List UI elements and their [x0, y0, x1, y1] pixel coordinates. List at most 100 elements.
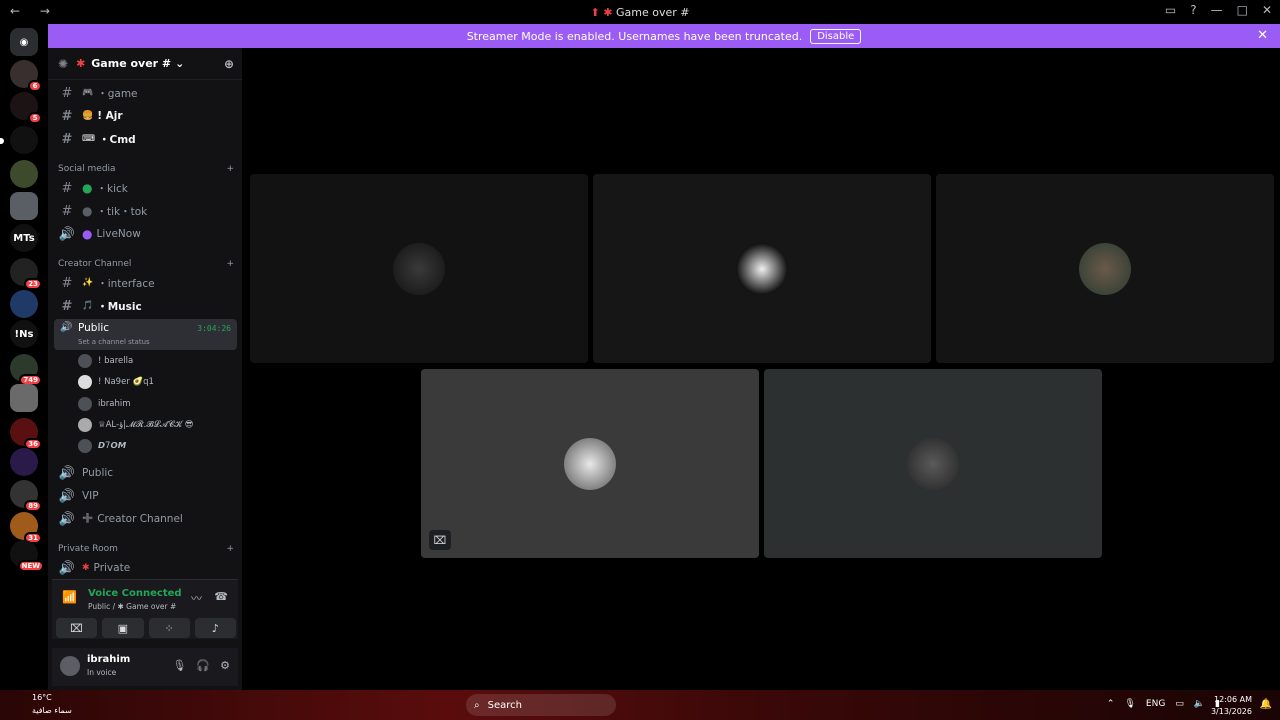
category-creator[interactable]: Creator Channel +	[58, 259, 234, 269]
maximize-icon[interactable]: □	[1237, 3, 1248, 17]
hash-icon: #	[61, 131, 73, 147]
voice-user[interactable]: ibrahim	[78, 395, 131, 413]
search-icon: ⌕	[474, 699, 480, 711]
category-social[interactable]: Social media +	[58, 164, 234, 174]
close-icon[interactable]: ✕	[1257, 28, 1268, 43]
server-icon[interactable]	[10, 384, 38, 412]
channel-item[interactable]: 🔊 VIP	[56, 486, 236, 506]
participant-tile[interactable]	[593, 174, 931, 363]
channel-item[interactable]: # 🎵 ・Music	[56, 296, 236, 316]
avatar	[78, 397, 92, 411]
avatar	[736, 242, 788, 295]
mic-tray-icon[interactable]: 🎙	[1124, 699, 1135, 709]
avatar	[393, 242, 445, 295]
avatar	[78, 354, 92, 368]
add-channel-icon[interactable]: +	[226, 544, 234, 554]
channel-item[interactable]: # ⌨ ・Cmd	[56, 129, 236, 149]
server-name: Game over #	[91, 57, 172, 70]
server-icon[interactable]	[10, 192, 38, 220]
speaker-icon: 🔊	[58, 560, 76, 576]
minimize-icon[interactable]: —	[1211, 3, 1223, 17]
avatar	[78, 375, 92, 389]
camera-off-icon[interactable]: ⌧	[429, 530, 451, 550]
headphones-icon[interactable]: 🎧	[196, 659, 210, 672]
server-icon[interactable]: 23	[10, 258, 42, 290]
noise-suppression-icon[interactable]: 〰	[191, 590, 202, 606]
window-titlebar: ← → ⬆ ✱ Game over # ▭ ? — □ ✕	[0, 0, 1280, 24]
avatar	[78, 418, 92, 432]
server-icon[interactable]	[10, 448, 38, 476]
soundboard-button[interactable]: ♪	[194, 618, 236, 638]
add-member-icon[interactable]: ⊕	[224, 57, 234, 71]
hash-icon: #	[61, 85, 73, 101]
microphone-icon[interactable]: 🎙	[172, 659, 186, 672]
participant-tile[interactable]	[936, 174, 1274, 363]
lang-indicator[interactable]: ENG	[1146, 699, 1165, 709]
network-icon[interactable]: ▭	[1175, 699, 1184, 709]
windows-taskbar: 16°C سماء صافية ⌕ Search ⌃ 🎙 ENG ▭ 🔈 ▮ 12…	[0, 690, 1280, 720]
clock[interactable]: 12:06 AM 3/13/2026	[1211, 694, 1252, 718]
hash-icon: #	[61, 203, 73, 219]
signal-icon[interactable]: 📶	[62, 590, 77, 604]
screen-share-button[interactable]: ▣	[102, 618, 144, 638]
channel-status[interactable]: Set a channel status	[78, 338, 150, 346]
speaker-icon: 🔊	[58, 511, 76, 527]
server-icon[interactable]: MTs	[10, 224, 38, 252]
server-icon[interactable]: !Ns	[10, 320, 38, 348]
title-icon: ⬆ ✱	[590, 6, 613, 19]
activities-button[interactable]: ⁘	[148, 618, 190, 638]
hash-icon: #	[61, 108, 73, 124]
voice-user[interactable]: ! barella	[78, 352, 133, 370]
disable-button[interactable]: Disable	[810, 28, 862, 44]
speaker-icon: 🔊	[58, 465, 76, 481]
voice-user[interactable]: ♕AL-ؤ|𝓜𝓡.𝓑𝓛𝓐𝓒𝓚 😎	[78, 416, 194, 434]
server-header[interactable]: ✺ ✱ Game over # ⌄ ⊕	[48, 48, 242, 80]
chevron-up-icon[interactable]: ⌃	[1107, 699, 1115, 709]
server-icon[interactable]	[0, 126, 38, 154]
server-name-icon: ✱	[76, 57, 86, 70]
voice-user[interactable]: ! Na9er 🥑q1	[78, 373, 154, 391]
channel-item[interactable]: 🔊 ➕ Creator Channel	[56, 509, 236, 529]
avatar	[564, 437, 616, 490]
weather-temp[interactable]: 16°C	[32, 693, 52, 702]
user-panel: ibrahim In voice 🎙 🎧 ⚙	[52, 648, 238, 686]
channel-item[interactable]: 🔊 ● LiveNow	[56, 224, 236, 244]
channel-item[interactable]: 🔊 Public	[56, 463, 236, 483]
participant-tile[interactable]	[250, 174, 588, 363]
channel-item[interactable]: # ✨ ・interface	[56, 273, 236, 293]
server-icon[interactable]: 6	[10, 60, 42, 92]
add-channel-icon[interactable]: +	[226, 164, 234, 174]
camera-off-button[interactable]: ⌧	[56, 618, 98, 638]
add-channel-icon[interactable]: +	[226, 259, 234, 269]
server-icon[interactable]	[10, 160, 38, 188]
participant-tile[interactable]	[764, 369, 1102, 558]
screen-icon[interactable]: ▭	[1165, 3, 1176, 17]
server-icon[interactable]: 36	[10, 418, 42, 450]
server-icon[interactable]: 749	[10, 354, 42, 386]
server-icon[interactable]: 89	[10, 480, 42, 512]
server-icon[interactable]: 5	[10, 92, 42, 124]
gear-icon[interactable]: ⚙	[220, 659, 230, 672]
discord-home-icon[interactable]: ◉	[10, 28, 38, 56]
streamer-mode-banner: Streamer Mode is enabled. Usernames have…	[48, 24, 1280, 48]
channel-item[interactable]: 🔊 ✱ Private	[56, 558, 236, 578]
help-icon[interactable]: ?	[1190, 3, 1196, 17]
avatar[interactable]	[60, 656, 80, 676]
voice-user[interactable]: 𝘿7𝙊𝙈	[78, 437, 126, 455]
channel-item[interactable]: # 🍔! Ajr	[56, 106, 236, 126]
server-icon[interactable]: 31	[10, 512, 42, 544]
server-icon[interactable]: NEW	[10, 540, 44, 572]
active-voice-channel[interactable]: 🔊 Public 3:04:26 Set a channel status	[54, 319, 237, 350]
channel-item[interactable]: # 🎮 ・game	[56, 83, 236, 103]
close-window-icon[interactable]: ✕	[1262, 3, 1272, 17]
disconnect-icon[interactable]: ☎	[214, 590, 228, 603]
search-box[interactable]: ⌕ Search	[466, 694, 616, 716]
channel-item[interactable]: # ● ・kick	[56, 178, 236, 198]
streamer-message: Streamer Mode is enabled. Usernames have…	[466, 29, 803, 43]
server-icon[interactable]	[10, 290, 38, 318]
channel-item[interactable]: # ● ・tik・tok	[56, 201, 236, 221]
participant-tile[interactable]: ⌧	[421, 369, 759, 558]
notification-icon[interactable]: 🔔	[1260, 699, 1272, 710]
volume-icon[interactable]: 🔈	[1194, 699, 1205, 709]
category-private[interactable]: Private Room +	[58, 544, 234, 554]
